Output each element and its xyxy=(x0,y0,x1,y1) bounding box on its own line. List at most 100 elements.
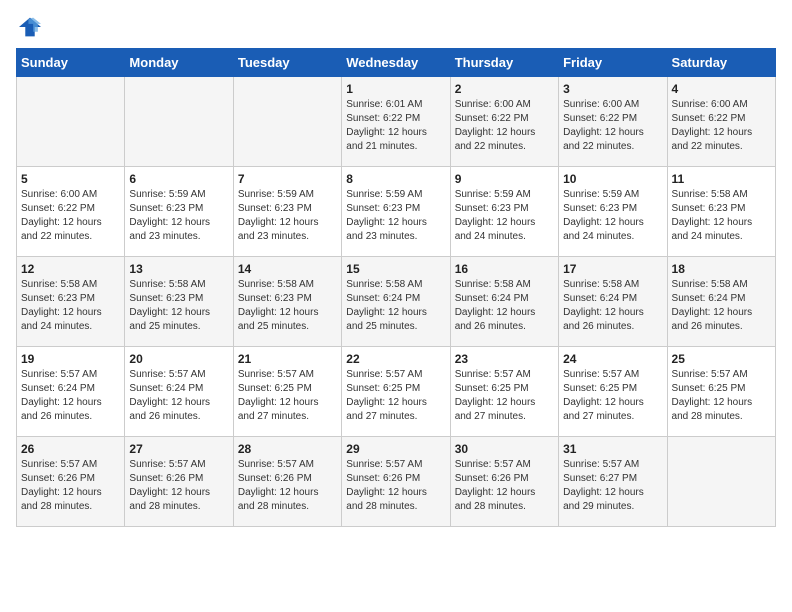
day-number: 20 xyxy=(129,352,228,366)
sunrise-text: Sunrise: 5:58 AM xyxy=(672,189,748,200)
weekday-header-thursday: Thursday xyxy=(450,49,558,77)
calendar-cell: 16 Sunrise: 5:58 AM Sunset: 6:24 PM Dayl… xyxy=(450,257,558,347)
sunset-text: Sunset: 6:24 PM xyxy=(455,293,529,304)
day-number: 3 xyxy=(563,82,662,96)
calendar-cell: 13 Sunrise: 5:58 AM Sunset: 6:23 PM Dayl… xyxy=(125,257,233,347)
calendar-cell: 11 Sunrise: 5:58 AM Sunset: 6:23 PM Dayl… xyxy=(667,167,775,257)
day-number: 22 xyxy=(346,352,445,366)
sunset-text: Sunset: 6:27 PM xyxy=(563,473,637,484)
sunset-text: Sunset: 6:23 PM xyxy=(238,203,312,214)
day-info: Sunrise: 5:59 AM Sunset: 6:23 PM Dayligh… xyxy=(238,188,337,244)
day-number: 29 xyxy=(346,442,445,456)
daylight-text: Daylight: 12 hours and 23 minutes. xyxy=(238,217,319,242)
sunrise-text: Sunrise: 5:57 AM xyxy=(455,459,531,470)
logo-icon xyxy=(16,16,44,38)
daylight-text: Daylight: 12 hours and 25 minutes. xyxy=(129,307,210,332)
day-number: 25 xyxy=(672,352,771,366)
daylight-text: Daylight: 12 hours and 26 minutes. xyxy=(129,397,210,422)
calendar-cell: 15 Sunrise: 5:58 AM Sunset: 6:24 PM Dayl… xyxy=(342,257,450,347)
calendar-cell xyxy=(233,77,341,167)
sunset-text: Sunset: 6:23 PM xyxy=(238,293,312,304)
day-info: Sunrise: 5:57 AM Sunset: 6:26 PM Dayligh… xyxy=(129,458,228,514)
daylight-text: Daylight: 12 hours and 24 minutes. xyxy=(672,217,753,242)
day-info: Sunrise: 6:00 AM Sunset: 6:22 PM Dayligh… xyxy=(672,98,771,154)
day-number: 21 xyxy=(238,352,337,366)
sunset-text: Sunset: 6:23 PM xyxy=(129,293,203,304)
day-number: 14 xyxy=(238,262,337,276)
day-info: Sunrise: 5:58 AM Sunset: 6:24 PM Dayligh… xyxy=(563,278,662,334)
daylight-text: Daylight: 12 hours and 27 minutes. xyxy=(346,397,427,422)
calendar-cell: 27 Sunrise: 5:57 AM Sunset: 6:26 PM Dayl… xyxy=(125,437,233,527)
day-info: Sunrise: 5:58 AM Sunset: 6:24 PM Dayligh… xyxy=(672,278,771,334)
sunset-text: Sunset: 6:22 PM xyxy=(346,113,420,124)
sunset-text: Sunset: 6:26 PM xyxy=(238,473,312,484)
daylight-text: Daylight: 12 hours and 22 minutes. xyxy=(455,127,536,152)
weekday-header-friday: Friday xyxy=(559,49,667,77)
calendar-cell: 7 Sunrise: 5:59 AM Sunset: 6:23 PM Dayli… xyxy=(233,167,341,257)
sunrise-text: Sunrise: 5:57 AM xyxy=(672,369,748,380)
calendar-cell xyxy=(667,437,775,527)
calendar-week-1: 1 Sunrise: 6:01 AM Sunset: 6:22 PM Dayli… xyxy=(17,77,776,167)
sunset-text: Sunset: 6:26 PM xyxy=(346,473,420,484)
sunset-text: Sunset: 6:23 PM xyxy=(129,203,203,214)
day-info: Sunrise: 5:57 AM Sunset: 6:24 PM Dayligh… xyxy=(21,368,120,424)
sunrise-text: Sunrise: 5:58 AM xyxy=(129,279,205,290)
calendar-cell: 30 Sunrise: 5:57 AM Sunset: 6:26 PM Dayl… xyxy=(450,437,558,527)
calendar-cell: 6 Sunrise: 5:59 AM Sunset: 6:23 PM Dayli… xyxy=(125,167,233,257)
day-number: 23 xyxy=(455,352,554,366)
daylight-text: Daylight: 12 hours and 25 minutes. xyxy=(346,307,427,332)
day-number: 8 xyxy=(346,172,445,186)
calendar-cell: 10 Sunrise: 5:59 AM Sunset: 6:23 PM Dayl… xyxy=(559,167,667,257)
day-number: 19 xyxy=(21,352,120,366)
day-info: Sunrise: 5:57 AM Sunset: 6:25 PM Dayligh… xyxy=(346,368,445,424)
calendar-cell: 9 Sunrise: 5:59 AM Sunset: 6:23 PM Dayli… xyxy=(450,167,558,257)
daylight-text: Daylight: 12 hours and 21 minutes. xyxy=(346,127,427,152)
daylight-text: Daylight: 12 hours and 22 minutes. xyxy=(563,127,644,152)
weekday-header-sunday: Sunday xyxy=(17,49,125,77)
sunset-text: Sunset: 6:22 PM xyxy=(563,113,637,124)
sunrise-text: Sunrise: 5:59 AM xyxy=(455,189,531,200)
sunset-text: Sunset: 6:23 PM xyxy=(21,293,95,304)
sunset-text: Sunset: 6:22 PM xyxy=(455,113,529,124)
calendar-cell: 2 Sunrise: 6:00 AM Sunset: 6:22 PM Dayli… xyxy=(450,77,558,167)
day-info: Sunrise: 5:57 AM Sunset: 6:26 PM Dayligh… xyxy=(455,458,554,514)
daylight-text: Daylight: 12 hours and 28 minutes. xyxy=(21,487,102,512)
sunset-text: Sunset: 6:22 PM xyxy=(672,113,746,124)
day-number: 13 xyxy=(129,262,228,276)
calendar-week-5: 26 Sunrise: 5:57 AM Sunset: 6:26 PM Dayl… xyxy=(17,437,776,527)
sunset-text: Sunset: 6:23 PM xyxy=(455,203,529,214)
sunrise-text: Sunrise: 5:57 AM xyxy=(238,459,314,470)
sunset-text: Sunset: 6:24 PM xyxy=(672,293,746,304)
calendar-cell: 12 Sunrise: 5:58 AM Sunset: 6:23 PM Dayl… xyxy=(17,257,125,347)
sunrise-text: Sunrise: 5:57 AM xyxy=(21,369,97,380)
sunset-text: Sunset: 6:24 PM xyxy=(21,383,95,394)
calendar-cell: 23 Sunrise: 5:57 AM Sunset: 6:25 PM Dayl… xyxy=(450,347,558,437)
calendar-cell: 1 Sunrise: 6:01 AM Sunset: 6:22 PM Dayli… xyxy=(342,77,450,167)
sunset-text: Sunset: 6:23 PM xyxy=(346,203,420,214)
calendar-table: SundayMondayTuesdayWednesdayThursdayFrid… xyxy=(16,48,776,527)
day-number: 11 xyxy=(672,172,771,186)
day-info: Sunrise: 5:57 AM Sunset: 6:26 PM Dayligh… xyxy=(238,458,337,514)
sunrise-text: Sunrise: 5:57 AM xyxy=(346,369,422,380)
calendar-cell xyxy=(125,77,233,167)
daylight-text: Daylight: 12 hours and 27 minutes. xyxy=(238,397,319,422)
day-info: Sunrise: 5:57 AM Sunset: 6:26 PM Dayligh… xyxy=(346,458,445,514)
sunset-text: Sunset: 6:23 PM xyxy=(563,203,637,214)
day-info: Sunrise: 5:58 AM Sunset: 6:23 PM Dayligh… xyxy=(672,188,771,244)
sunrise-text: Sunrise: 5:58 AM xyxy=(238,279,314,290)
daylight-text: Daylight: 12 hours and 26 minutes. xyxy=(563,307,644,332)
day-number: 5 xyxy=(21,172,120,186)
sunrise-text: Sunrise: 5:58 AM xyxy=(672,279,748,290)
day-info: Sunrise: 5:57 AM Sunset: 6:25 PM Dayligh… xyxy=(672,368,771,424)
daylight-text: Daylight: 12 hours and 26 minutes. xyxy=(455,307,536,332)
daylight-text: Daylight: 12 hours and 24 minutes. xyxy=(563,217,644,242)
day-number: 18 xyxy=(672,262,771,276)
calendar-cell: 19 Sunrise: 5:57 AM Sunset: 6:24 PM Dayl… xyxy=(17,347,125,437)
sunset-text: Sunset: 6:24 PM xyxy=(129,383,203,394)
day-number: 12 xyxy=(21,262,120,276)
day-number: 2 xyxy=(455,82,554,96)
daylight-text: Daylight: 12 hours and 22 minutes. xyxy=(672,127,753,152)
sunrise-text: Sunrise: 5:57 AM xyxy=(346,459,422,470)
day-number: 27 xyxy=(129,442,228,456)
day-info: Sunrise: 5:58 AM Sunset: 6:23 PM Dayligh… xyxy=(21,278,120,334)
